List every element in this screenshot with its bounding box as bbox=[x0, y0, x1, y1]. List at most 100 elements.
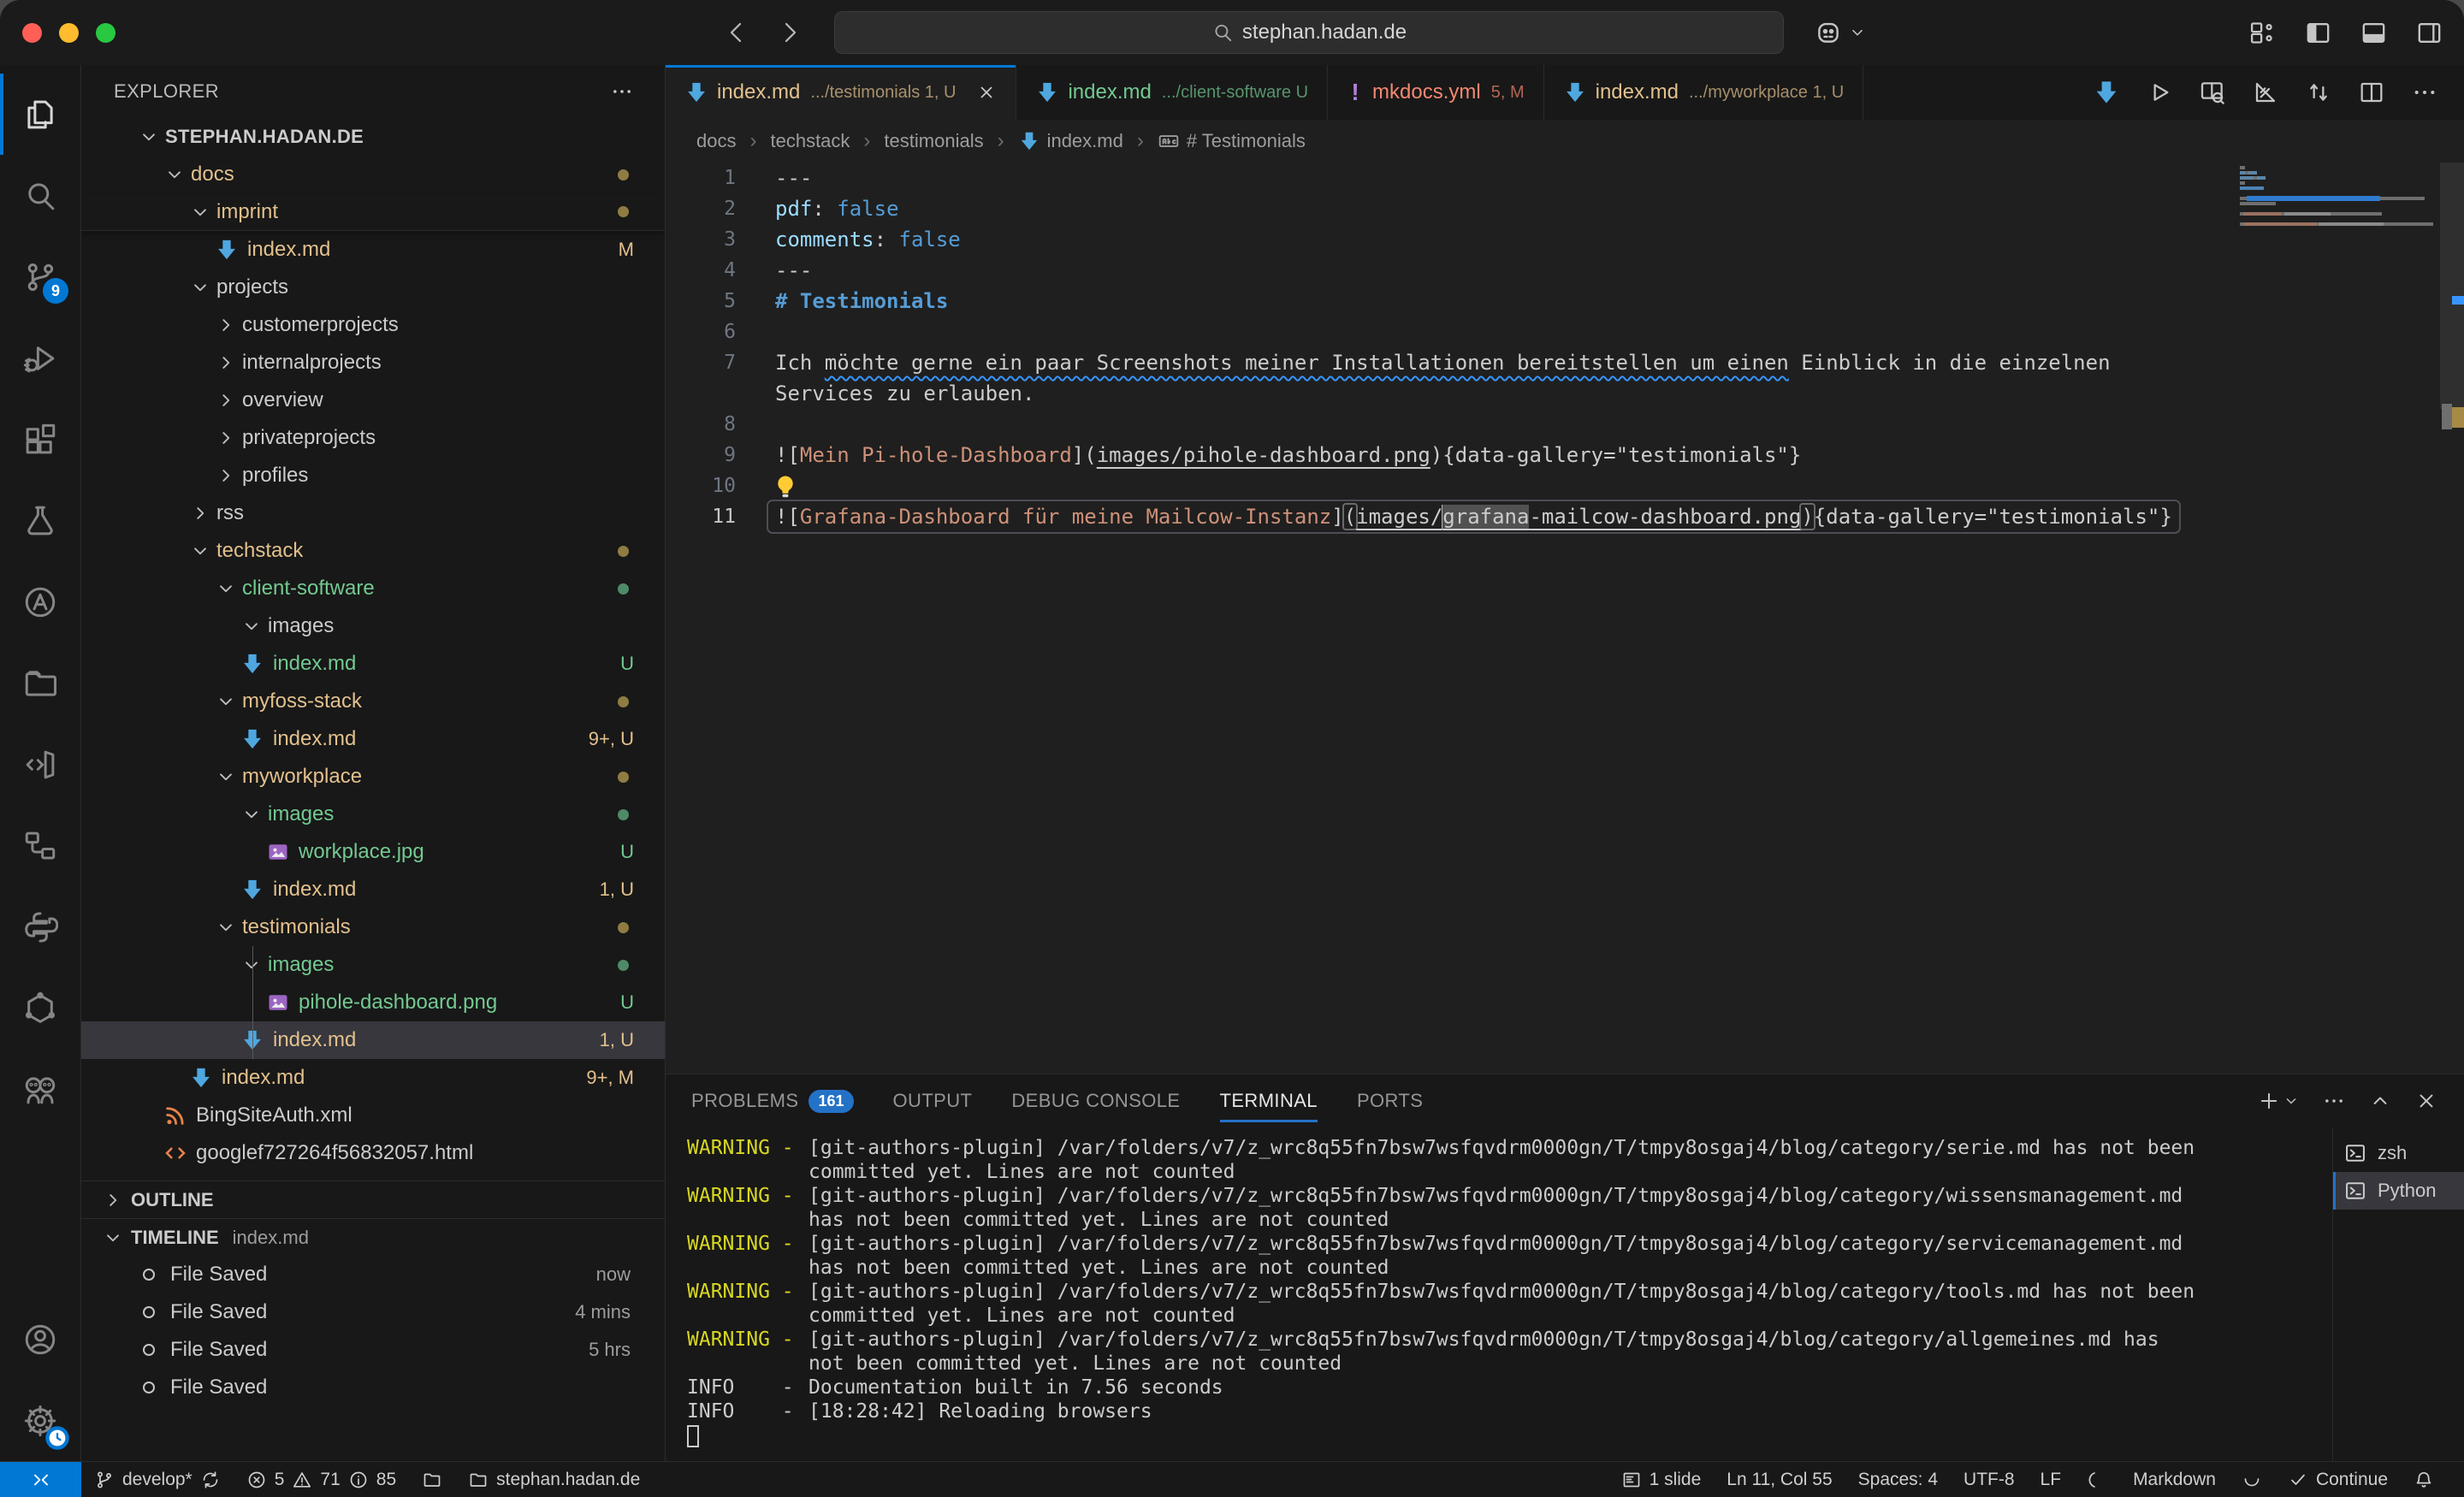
new-terminal-button[interactable] bbox=[2257, 1089, 2300, 1113]
tree-item-customerprojects[interactable]: customerprojects bbox=[81, 306, 665, 344]
panel-tab-ports[interactable]: PORTS bbox=[1357, 1090, 1423, 1112]
code-line-7[interactable]: 7Ich möchte gerne ein paar Screenshots m… bbox=[666, 347, 2236, 378]
command-center-search[interactable]: stephan.hadan.de bbox=[834, 11, 1784, 54]
tree-item-index-md[interactable]: index.md9+, M bbox=[81, 1059, 665, 1097]
lightbulb-icon[interactable] bbox=[772, 473, 799, 500]
panel-tab-output[interactable]: OUTPUT bbox=[893, 1090, 973, 1112]
tree-item-index-md[interactable]: index.md9+, U bbox=[81, 720, 665, 758]
tree-item-rss[interactable]: rss bbox=[81, 494, 665, 532]
tree-item-workplace-jpg[interactable]: workplace.jpgU bbox=[81, 833, 665, 871]
activitybar-item-search[interactable] bbox=[0, 155, 80, 236]
breadcrumb-item-2[interactable]: techstack bbox=[770, 130, 850, 152]
more-actions-icon[interactable] bbox=[2411, 79, 2438, 106]
code-line-2[interactable]: 2pdf: false bbox=[666, 193, 2236, 224]
toggle-secondary-sidebar-icon[interactable] bbox=[2415, 19, 2443, 47]
activitybar-item-flow-extension[interactable] bbox=[0, 805, 80, 886]
zoom-window-button[interactable] bbox=[96, 23, 116, 43]
toggle-sidebar-icon[interactable] bbox=[2304, 19, 2332, 47]
timeline-entry[interactable]: File Saved5 hrs bbox=[81, 1331, 665, 1369]
tree-item-techstack[interactable]: techstack bbox=[81, 532, 665, 570]
code-line-9[interactable]: 9![Mein Pi-hole-Dashboard](images/pihole… bbox=[666, 440, 2236, 470]
toggle-panel-icon[interactable] bbox=[2360, 19, 2388, 47]
minimap[interactable] bbox=[2240, 166, 2440, 228]
code-line-11[interactable]: 11![Grafana-Dashboard für meine Mailcow-… bbox=[666, 501, 2236, 532]
tab-index-md-myworkplace[interactable]: index.md.../myworkplace 1, U bbox=[1544, 65, 1864, 120]
maximize-panel-icon[interactable] bbox=[2368, 1089, 2392, 1113]
activitybar-item-people-extension[interactable] bbox=[0, 1049, 80, 1130]
customize-layout-icon[interactable] bbox=[2248, 19, 2277, 47]
terminal-output[interactable]: WARNING -[git-authors-plugin] /var/folde… bbox=[666, 1127, 2332, 1461]
branch-status[interactable]: develop* bbox=[81, 1462, 234, 1497]
activitybar-item-run-and-debug[interactable] bbox=[0, 317, 80, 399]
markdown-icon[interactable] bbox=[2093, 79, 2120, 106]
timeline-entry[interactable]: File Saved4 mins bbox=[81, 1293, 665, 1331]
close-icon[interactable] bbox=[976, 82, 997, 103]
indentation[interactable]: Spaces: 4 bbox=[1845, 1462, 1951, 1497]
tree-item-overview[interactable]: overview bbox=[81, 382, 665, 419]
tree-item-client-software[interactable]: client-software bbox=[81, 570, 665, 607]
activitybar-item-a-extension[interactable] bbox=[0, 561, 80, 642]
activitybar-item-source-control[interactable]: 9 bbox=[0, 236, 80, 317]
code-line-10[interactable]: 10 bbox=[666, 470, 2236, 501]
forward-icon[interactable] bbox=[776, 19, 803, 46]
tree-item-pihole-dashboard-png[interactable]: pihole-dashboard.pngU bbox=[81, 984, 665, 1021]
compare-icon[interactable] bbox=[2305, 79, 2332, 106]
breadcrumb-item-4[interactable]: index.md bbox=[1018, 130, 1123, 152]
close-window-button[interactable] bbox=[22, 23, 42, 43]
problems-status[interactable]: 57185 bbox=[234, 1462, 409, 1497]
editor[interactable]: 1---2pdf: false3comments: false4---5# Te… bbox=[666, 163, 2464, 1074]
tree-item-myworkplace[interactable]: myworkplace bbox=[81, 758, 665, 796]
activitybar-item-accounts[interactable] bbox=[0, 1299, 80, 1380]
terminal-instance-zsh[interactable]: zsh bbox=[2333, 1134, 2464, 1172]
tree-item-imprint[interactable]: imprint bbox=[81, 193, 665, 231]
encoding[interactable]: UTF-8 bbox=[1951, 1462, 2028, 1497]
back-icon[interactable] bbox=[723, 19, 750, 46]
tree-item-index-md[interactable]: index.mdU bbox=[81, 645, 665, 683]
close-panel-icon[interactable] bbox=[2414, 1089, 2438, 1113]
notifications[interactable] bbox=[2401, 1462, 2447, 1497]
code-line-8[interactable]: 8 bbox=[666, 409, 2236, 440]
code-line-6[interactable]: 6 bbox=[666, 317, 2236, 347]
code-line-3[interactable]: 3comments: false bbox=[666, 224, 2236, 255]
tree-item-privateprojects[interactable]: privateprojects bbox=[81, 419, 665, 457]
minimize-window-button[interactable] bbox=[59, 23, 79, 43]
workspace-folder[interactable]: stephan.hadan.de bbox=[455, 1462, 653, 1497]
timeline-entry[interactable]: File Savednow bbox=[81, 1256, 665, 1293]
tree-item-internalprojects[interactable]: internalprojects bbox=[81, 344, 665, 382]
folder-status[interactable] bbox=[409, 1462, 455, 1497]
code-line-1[interactable]: 1--- bbox=[666, 163, 2236, 193]
tree-item-index-md[interactable]: index.mdM bbox=[81, 231, 665, 269]
tree-item-images[interactable]: images bbox=[81, 607, 665, 645]
activitybar-item-project-manager[interactable] bbox=[0, 642, 80, 724]
activitybar-item-hexagon-extension[interactable] bbox=[0, 967, 80, 1049]
continue-status[interactable]: Continue bbox=[2275, 1462, 2401, 1497]
tree-item-projects[interactable]: projects bbox=[81, 269, 665, 306]
code-line-5[interactable]: 5# Testimonials bbox=[666, 286, 2236, 317]
activitybar-item-live-preview[interactable] bbox=[0, 724, 80, 805]
more-actions-icon[interactable] bbox=[610, 80, 634, 104]
activitybar-item-python[interactable] bbox=[0, 886, 80, 967]
code-line-wrap[interactable]: Services zu erlauben. bbox=[666, 378, 2236, 409]
tree-item-index-md[interactable]: index.md1, U bbox=[81, 1021, 665, 1059]
tab-mkdocs-yml[interactable]: !mkdocs.yml5, M bbox=[1328, 65, 1544, 120]
tree-item-bingsiteauth-xml[interactable]: BingSiteAuth.xml bbox=[81, 1097, 665, 1134]
tab-index-md-testimonials[interactable]: index.md.../testimonials 1, U bbox=[666, 65, 1016, 120]
eol-sequence[interactable]: LF bbox=[2028, 1462, 2075, 1497]
copilot-menu[interactable] bbox=[1814, 18, 1867, 47]
split-editor-icon[interactable] bbox=[2358, 79, 2385, 106]
more-actions-icon[interactable] bbox=[2322, 1089, 2346, 1113]
code-line-4[interactable]: 4--- bbox=[666, 255, 2236, 286]
tree-item-stephan-hadan-de[interactable]: STEPHAN.HADAN.DE bbox=[81, 118, 665, 156]
activitybar-item-settings[interactable] bbox=[0, 1380, 80, 1461]
panel-tab-problems[interactable]: PROBLEMS161 bbox=[691, 1090, 854, 1113]
tree-item-images[interactable]: images bbox=[81, 946, 665, 984]
tree-item-docs[interactable]: docs bbox=[81, 156, 665, 193]
breadcrumb-item-3[interactable]: testimonials bbox=[884, 130, 983, 152]
panel-tab-terminal[interactable]: TERMINAL bbox=[1220, 1090, 1318, 1112]
open-preview-icon[interactable] bbox=[2199, 79, 2226, 106]
run-icon[interactable] bbox=[2146, 79, 2173, 106]
outline-section[interactable]: OUTLINE bbox=[81, 1180, 665, 1218]
terminal-instance-python[interactable]: Python bbox=[2333, 1172, 2464, 1210]
tree-item-images[interactable]: images bbox=[81, 796, 665, 833]
open-changes-icon[interactable] bbox=[2252, 79, 2279, 106]
